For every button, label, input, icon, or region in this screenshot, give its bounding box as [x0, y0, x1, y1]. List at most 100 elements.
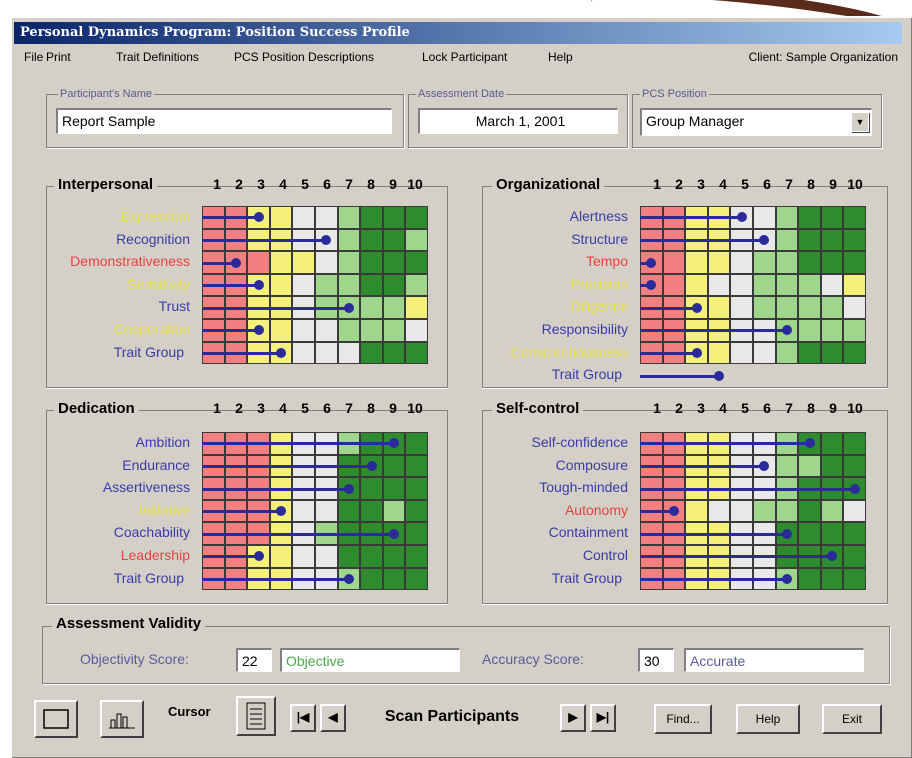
chevron-down-icon[interactable]: ▼ — [851, 112, 869, 132]
grid-cell — [753, 341, 776, 365]
grid-cell — [820, 341, 844, 365]
grid-cell — [405, 499, 428, 523]
trait-label[interactable]: Responsibility — [542, 321, 628, 337]
grid-cell — [360, 319, 383, 342]
grid-cell — [775, 206, 799, 229]
grid-cell — [820, 432, 844, 455]
chart-button[interactable] — [100, 700, 144, 738]
grid-cell — [685, 273, 708, 297]
participant-name-field[interactable]: Report Sample — [56, 108, 392, 134]
grid-cell — [382, 545, 406, 568]
grid-cell — [775, 341, 799, 365]
trait-label[interactable]: Coachability — [114, 524, 190, 540]
trait-group-label[interactable]: Trait Group — [552, 570, 622, 586]
trait-label[interactable]: Ambition — [136, 434, 190, 450]
menu-help[interactable]: Help — [548, 50, 573, 64]
trait-label[interactable]: Self-confidence — [531, 434, 628, 450]
trait-label[interactable]: Diligence — [570, 298, 628, 314]
trait-label[interactable]: Cooperation — [114, 321, 190, 337]
trait-label[interactable]: Conscientiousness — [510, 344, 628, 360]
grid-cell — [843, 206, 866, 229]
grid-cell — [730, 296, 753, 319]
scale-number: 7 — [785, 176, 793, 192]
menu-trait-definitions[interactable]: Trait Definitions — [116, 50, 199, 64]
scale-number: 1 — [213, 176, 221, 192]
accuracy-text-field[interactable]: Accurate — [684, 648, 864, 672]
score-bar — [640, 464, 765, 468]
scale-numbers: 1 2 3 4 5 6 7 8 9 10 — [206, 400, 426, 416]
grid-cell — [315, 273, 338, 297]
score-marker — [849, 483, 860, 494]
trait-group-label[interactable]: Trait Group — [552, 366, 622, 382]
trait-label[interactable]: Demonstrativeness — [70, 253, 190, 269]
menu-file[interactable]: File — [24, 50, 43, 64]
find-button[interactable]: Find... — [654, 704, 712, 734]
trait-label[interactable]: Endurance — [122, 457, 190, 473]
pcs-position-select[interactable]: Group Manager ▼ — [640, 108, 872, 136]
grid-cell — [337, 319, 361, 342]
assessment-date-field[interactable]: March 1, 2001 — [418, 108, 618, 134]
trait-label[interactable]: Sensitivity — [127, 276, 190, 292]
trait-label[interactable]: Trust — [159, 298, 190, 314]
scale-number: 5 — [741, 400, 749, 416]
trait-label[interactable]: Expression — [121, 208, 190, 224]
grid-cell — [337, 341, 361, 365]
trait-label[interactable]: Autonomy — [565, 502, 628, 518]
trait-label[interactable]: Recognition — [116, 231, 190, 247]
score-bar — [640, 442, 810, 446]
accuracy-label: Accuracy Score: — [482, 651, 584, 667]
grid-cell — [843, 228, 866, 252]
scale-number: 6 — [763, 176, 771, 192]
prev-icon: ◀ — [328, 710, 338, 724]
trait-label[interactable]: Composure — [556, 457, 628, 473]
list-button[interactable] — [236, 696, 276, 736]
scale-number: 6 — [323, 400, 331, 416]
grid-cell — [843, 251, 866, 274]
grid-cell — [292, 273, 315, 297]
trait-label[interactable]: Structure — [571, 231, 628, 247]
objectivity-text-field[interactable]: Objective — [280, 648, 460, 672]
trait-label[interactable]: Tough-minded — [539, 479, 628, 495]
last-record-button[interactable]: ▶| — [590, 704, 616, 732]
scale-number: 2 — [675, 400, 683, 416]
menu-print[interactable]: Print — [46, 50, 71, 64]
scale-number: 3 — [697, 400, 705, 416]
objectivity-score-field[interactable]: 22 — [236, 648, 272, 672]
grid-cell — [820, 454, 844, 478]
folder-button[interactable] — [34, 700, 78, 738]
trait-label[interactable]: Control — [583, 547, 628, 563]
menu-pcs-position-descriptions[interactable]: PCS Position Descriptions — [234, 50, 374, 64]
accuracy-score-field[interactable]: 30 — [638, 648, 674, 672]
trait-label[interactable]: Leadership — [121, 547, 190, 563]
grid-cell — [382, 206, 406, 229]
trait-label[interactable]: Tempo — [586, 253, 628, 269]
score-bar — [202, 351, 282, 355]
first-record-button[interactable]: |◀ — [290, 704, 316, 732]
window-title: Personal Dynamics Program: Position Succ… — [14, 22, 902, 44]
prev-record-button[interactable]: ◀ — [320, 704, 346, 732]
pcs-position-label: PCS Position — [640, 88, 709, 100]
trait-label[interactable]: Initiative — [139, 502, 190, 518]
scale-number: 4 — [719, 176, 727, 192]
trait-label[interactable]: Alertness — [570, 208, 628, 224]
grid-cell — [337, 206, 361, 229]
next-record-button[interactable]: ▶ — [560, 704, 586, 732]
scale-number: 3 — [697, 176, 705, 192]
scale-number: 6 — [763, 400, 771, 416]
trait-group-label[interactable]: Trait Group — [114, 344, 184, 360]
grid-cell — [820, 251, 844, 274]
score-bar — [202, 216, 259, 220]
help-button[interactable]: Help — [736, 704, 800, 734]
score-marker — [736, 212, 747, 223]
trait-group-label[interactable]: Trait Group — [114, 570, 184, 586]
trait-label[interactable]: Precision — [570, 276, 628, 292]
grid-cell — [360, 567, 383, 591]
menu-lock-participant[interactable]: Lock Participant — [422, 50, 507, 64]
score-bar — [640, 238, 765, 242]
grid-cell — [360, 477, 383, 500]
grid-cell — [292, 545, 315, 568]
exit-button[interactable]: Exit — [822, 704, 882, 734]
trait-label[interactable]: Assertiveness — [103, 479, 190, 495]
trait-label[interactable]: Containment — [549, 524, 628, 540]
grid-cell — [292, 251, 315, 274]
